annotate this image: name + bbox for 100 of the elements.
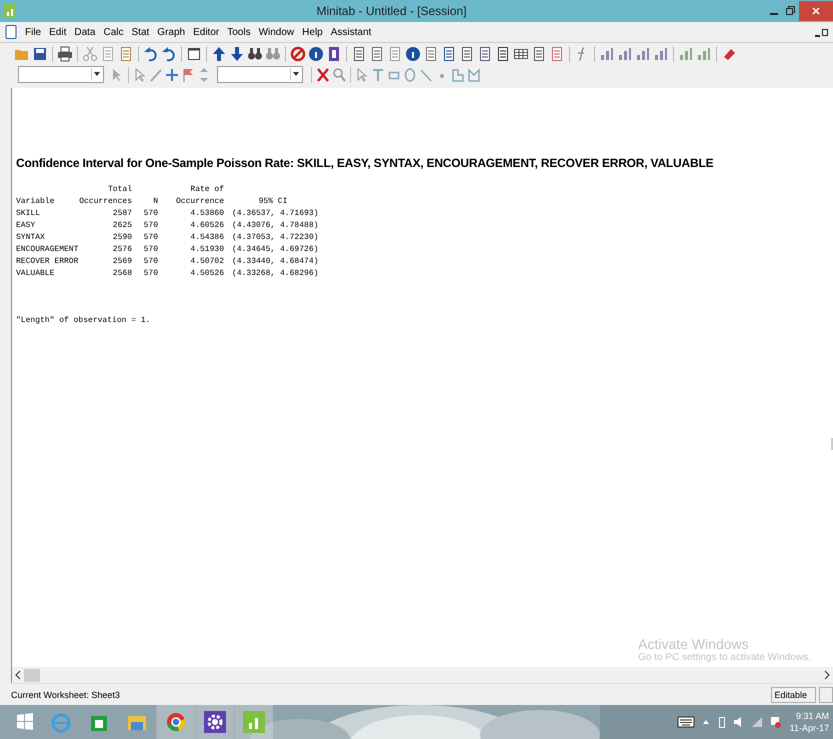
chrome-icon[interactable]: [156, 705, 195, 739]
chart-icon[interactable]: [617, 46, 633, 62]
paste-icon[interactable]: [118, 46, 134, 62]
dropdown-field[interactable]: [217, 66, 303, 83]
print-icon[interactable]: [57, 46, 73, 62]
search-icon[interactable]: [332, 66, 346, 82]
text-tool-icon[interactable]: [371, 66, 385, 82]
table-cell-text: (4.36537, 4.71693): [231, 208, 318, 220]
table-cell-text: 570: [142, 268, 158, 280]
document-icon: [4, 24, 18, 40]
menu-item[interactable]: Assistant: [330, 26, 372, 38]
close-button[interactable]: [799, 1, 833, 21]
caret-icon: [91, 68, 102, 80]
close-icon[interactable]: [316, 66, 330, 82]
stop-icon[interactable]: [290, 46, 306, 62]
polygon-icon[interactable]: [451, 66, 465, 82]
app-icon: [4, 4, 16, 18]
notebook-icon[interactable]: [326, 46, 342, 62]
pointer-icon[interactable]: [355, 66, 369, 82]
flag-icon[interactable]: [181, 66, 195, 82]
table-cell-text: 4.54386: [189, 232, 224, 244]
table-cell-text: 570: [142, 208, 158, 220]
column-header: 95% CI: [258, 196, 288, 208]
scroll-marker[interactable]: [831, 438, 833, 450]
binoculars-icon[interactable]: [247, 46, 263, 62]
column-header: Rate of: [190, 184, 224, 196]
column-header: Occurrences: [79, 196, 132, 208]
info-icon[interactable]: [405, 46, 421, 62]
undo-icon[interactable]: [143, 46, 159, 62]
chart-icon[interactable]: [599, 46, 615, 62]
menu-item[interactable]: Editor: [192, 26, 220, 38]
column-header: Occurrence: [176, 196, 224, 208]
chart-icon[interactable]: [635, 46, 651, 62]
redo-icon[interactable]: [161, 46, 177, 62]
menu-item[interactable]: Help: [301, 26, 324, 38]
polyline-icon[interactable]: [467, 66, 481, 82]
table-cell-text: (4.33268, 4.68296): [231, 268, 318, 280]
down-arrow-icon[interactable]: [229, 46, 245, 62]
menu-item[interactable]: Tools: [226, 26, 252, 38]
up-arrow-icon[interactable]: [211, 46, 227, 62]
help-icon[interactable]: [308, 46, 324, 62]
table-cell-text: EASY: [16, 220, 36, 232]
menu-item[interactable]: Graph: [156, 26, 186, 38]
menu-item[interactable]: Edit: [48, 26, 68, 38]
horizontal-scrollbar[interactable]: [11, 667, 833, 683]
close-icon: [811, 6, 821, 16]
scrollbar-thumb[interactable]: [24, 668, 40, 682]
table-cell-text: 2568: [112, 268, 132, 280]
save-icon[interactable]: [32, 46, 48, 62]
flag-icon[interactable]: [768, 715, 781, 729]
brush-icon[interactable]: [149, 66, 163, 82]
signal-icon[interactable]: [750, 715, 763, 729]
menu-item[interactable]: Stat: [130, 26, 150, 38]
table-cell-text: 4.50526: [189, 268, 224, 280]
chart-icon[interactable]: [653, 46, 669, 62]
chart-icon[interactable]: [696, 46, 712, 62]
table-cell-text: (4.37053, 4.72230): [231, 232, 318, 244]
column-header: Total: [108, 184, 132, 196]
table-cell-text: VALUABLE: [16, 268, 56, 280]
document-icon[interactable]: [495, 46, 511, 62]
dropdown-field[interactable]: [18, 66, 104, 83]
column-header: Variable: [16, 196, 54, 208]
menu-item[interactable]: Window: [258, 26, 296, 38]
table-cell-text: 2576: [112, 244, 132, 256]
cut-icon[interactable]: [82, 46, 98, 62]
ellipse-icon[interactable]: [403, 66, 417, 82]
table-cell-text: (4.33440, 4.68474): [231, 256, 318, 268]
table-cell-text: 4.51930: [189, 244, 224, 256]
line-icon[interactable]: [419, 66, 433, 82]
gear-icon[interactable]: [195, 705, 234, 739]
table-cell-text: 2569: [112, 256, 132, 268]
keyboard-icon[interactable]: [676, 715, 695, 729]
menu-item[interactable]: File: [24, 26, 42, 38]
restore-icon[interactable]: [783, 4, 797, 18]
copy-icon[interactable]: [100, 46, 116, 62]
document-icon[interactable]: [441, 46, 457, 62]
pointer-icon[interactable]: [133, 66, 147, 82]
document-icon[interactable]: [459, 46, 475, 62]
window-icon[interactable]: [186, 46, 202, 62]
document-icon[interactable]: [351, 46, 367, 62]
plus-icon[interactable]: [165, 66, 179, 82]
session-heading: Confidence Interval for One-Sample Poisson Rate: SKILL, EASY, SYNTAX, ENCOURAGEMENT, RECOVER ERROR, VALUABLE: [16, 156, 714, 170]
document-icon[interactable]: [531, 46, 547, 62]
chart-icon[interactable]: [678, 46, 694, 62]
table-cell-text: 570: [142, 244, 158, 256]
caret-icon: [290, 68, 301, 80]
battery-icon[interactable]: [716, 715, 727, 729]
column-header: N: [153, 196, 158, 208]
table-cell-text: 4.60526: [189, 220, 224, 232]
edit-mode-status: Editable: [771, 686, 816, 702]
menu-item[interactable]: Data: [73, 26, 96, 38]
table-cell-text: ENCOURAGEMENT: [16, 244, 80, 256]
output-note: "Length" of observation = 1.: [16, 316, 152, 325]
document-icon[interactable]: [369, 46, 385, 62]
table-cell-text: RECOVER ERROR: [16, 256, 80, 268]
table-cell-text: SYNTAX: [16, 232, 46, 244]
menu-item[interactable]: Calc: [102, 26, 124, 38]
status-panel: [819, 686, 833, 702]
document-icon[interactable]: [477, 46, 493, 62]
activation-text: Go to PC settings to activate Windows.: [638, 652, 811, 663]
